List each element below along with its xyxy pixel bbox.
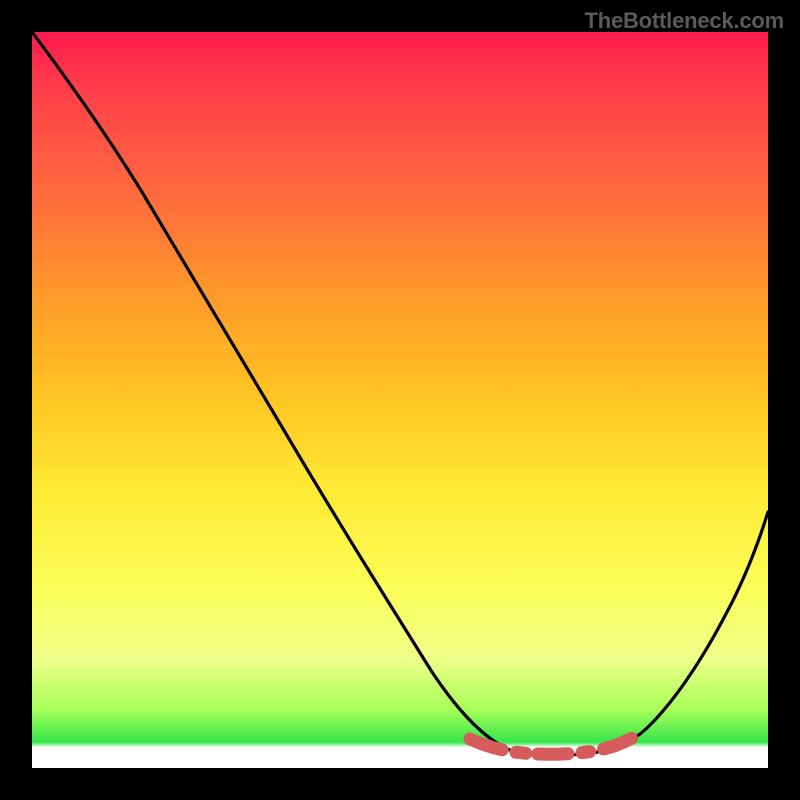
watermark-text: TheBottleneck.com: [584, 8, 784, 34]
chart-frame: TheBottleneck.com: [0, 0, 800, 800]
background-gradient: [32, 32, 768, 768]
plot-area: [32, 32, 768, 768]
